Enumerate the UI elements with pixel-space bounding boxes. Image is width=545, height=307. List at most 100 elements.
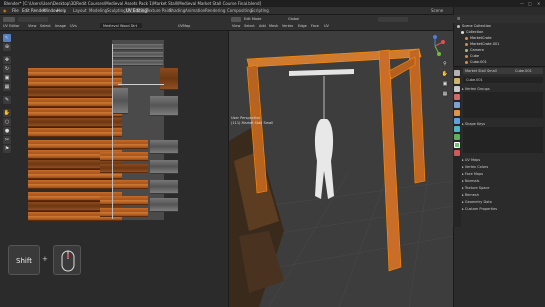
render-tab-icon[interactable] bbox=[454, 78, 460, 84]
uv-island[interactable] bbox=[100, 180, 148, 189]
camera-view-icon[interactable]: ▣ bbox=[441, 80, 449, 88]
uv-menu-image[interactable]: Image bbox=[55, 24, 66, 28]
uv-island[interactable] bbox=[150, 198, 178, 212]
section-vertex-colors[interactable]: ▸ Vertex Colors bbox=[462, 165, 488, 169]
minimize-icon[interactable]: — bbox=[520, 1, 524, 6]
cursor-tool-icon[interactable]: ⊕ bbox=[3, 43, 11, 51]
section-custom-properties[interactable]: ▸ Custom Properties bbox=[462, 207, 497, 211]
vp-menu-mesh[interactable]: Mesh bbox=[269, 24, 278, 28]
annotate-tool-icon[interactable]: ✎ bbox=[3, 96, 11, 104]
tab-scripting[interactable]: Scripting bbox=[250, 8, 270, 13]
section-normals[interactable]: ▸ Normals bbox=[462, 179, 479, 183]
uv-island[interactable] bbox=[113, 60, 163, 66]
scale-tool-icon[interactable]: ▣ bbox=[3, 74, 11, 82]
mesh-data-tab-icon[interactable] bbox=[454, 142, 460, 148]
outliner-item[interactable]: MarketCrate bbox=[465, 36, 492, 41]
transform-tool-icon[interactable]: ▦ bbox=[3, 83, 11, 91]
outliner-item[interactable]: MarketCrate.001 bbox=[465, 42, 499, 47]
uv-island[interactable] bbox=[28, 88, 122, 97]
menu-edit[interactable]: Edit bbox=[22, 8, 30, 13]
editor-type-icon[interactable] bbox=[3, 17, 15, 22]
tool-tab-icon[interactable] bbox=[454, 70, 460, 76]
pan-hand-icon[interactable]: ✋ bbox=[441, 70, 449, 78]
section-uv-maps[interactable]: ▸ UV Maps bbox=[462, 158, 480, 162]
post-right-front[interactable] bbox=[378, 49, 402, 272]
uv-island[interactable] bbox=[100, 152, 148, 161]
uv-island[interactable] bbox=[28, 78, 122, 87]
3d-viewport[interactable] bbox=[228, 31, 453, 307]
object-tab-icon[interactable] bbox=[454, 110, 460, 116]
post-right-back[interactable] bbox=[408, 48, 426, 184]
uv-menu-select[interactable]: Select bbox=[40, 24, 51, 28]
viewport-shading-buttons[interactable] bbox=[378, 17, 408, 22]
vertex-groups-list[interactable] bbox=[463, 92, 543, 118]
physics-tab-icon[interactable] bbox=[454, 134, 460, 140]
uv-island[interactable] bbox=[28, 128, 122, 137]
maximize-icon[interactable]: □ bbox=[528, 1, 532, 6]
uv-island[interactable] bbox=[100, 208, 148, 217]
zoom-icon[interactable]: ⚲ bbox=[441, 60, 449, 68]
uv-island[interactable] bbox=[100, 164, 148, 173]
close-icon[interactable]: ✕ bbox=[537, 1, 540, 6]
material-tab-icon[interactable] bbox=[454, 150, 460, 156]
vp-menu-add[interactable]: Add bbox=[259, 24, 266, 28]
transform-orientation[interactable]: Global bbox=[288, 17, 299, 21]
vp-menu-face[interactable]: Face bbox=[311, 24, 319, 28]
tab-rendering[interactable]: Rendering bbox=[204, 8, 226, 13]
section-geometry-data[interactable]: ▸ Geometry Data bbox=[462, 200, 492, 204]
uv-island[interactable] bbox=[28, 108, 122, 117]
outliner-item[interactable]: Cube.001 bbox=[465, 60, 487, 65]
section-remesh[interactable]: ▸ Remesh bbox=[462, 193, 479, 197]
uvmap-selector[interactable]: UVMap bbox=[178, 24, 190, 28]
rotate-tool-icon[interactable]: ↻ bbox=[3, 65, 11, 73]
tab-layout[interactable]: Layout bbox=[72, 8, 88, 13]
blender-logo-icon[interactable]: ◉ bbox=[3, 8, 7, 13]
menu-help[interactable]: Help bbox=[57, 8, 66, 13]
mesh-data-field[interactable]: Cube.001 bbox=[463, 77, 543, 83]
section-texture-space[interactable]: ▸ Texture Space bbox=[462, 186, 489, 190]
output-tab-icon[interactable] bbox=[454, 86, 460, 92]
menu-file[interactable]: File bbox=[12, 8, 19, 13]
section-face-maps[interactable]: ▸ Face Maps bbox=[462, 172, 483, 176]
scene-tab-icon[interactable] bbox=[454, 94, 460, 100]
pin-tool-icon[interactable]: ⚑ bbox=[3, 145, 11, 153]
perspective-grid-icon[interactable]: ▦ bbox=[441, 90, 449, 98]
uv-island[interactable] bbox=[113, 52, 163, 58]
outliner-item[interactable]: Camera bbox=[465, 48, 484, 53]
vp-menu-uv[interactable]: UV bbox=[324, 24, 329, 28]
select-tool-icon[interactable]: ↖ bbox=[3, 34, 11, 42]
mode-dropdown[interactable]: Edit Mode bbox=[244, 17, 261, 21]
hanging-animal-carcass[interactable] bbox=[314, 119, 334, 199]
uv-island[interactable] bbox=[150, 96, 178, 116]
section-vertex-groups[interactable]: ▸ Vertex Groups bbox=[462, 87, 490, 91]
vp-menu-view[interactable]: View bbox=[232, 24, 240, 28]
shape-keys-list[interactable] bbox=[463, 127, 543, 153]
outliner-item[interactable]: Cube bbox=[465, 54, 479, 59]
rip-tool-icon[interactable]: ✂ bbox=[3, 136, 11, 144]
uv-menu-uvs[interactable]: UVs bbox=[70, 24, 77, 28]
viewport-editor-type-icon[interactable] bbox=[231, 17, 241, 22]
relax-tool-icon[interactable]: ○ bbox=[3, 118, 11, 126]
navigation-gizmo[interactable] bbox=[423, 34, 447, 58]
vp-menu-select[interactable]: Select bbox=[244, 24, 255, 28]
pinch-tool-icon[interactable]: ● bbox=[3, 127, 11, 135]
outliner-filter-icon[interactable]: ☰ bbox=[457, 17, 460, 21]
outliner-item[interactable]: Collection bbox=[461, 30, 483, 35]
hanging-rail[interactable] bbox=[289, 69, 354, 76]
uv-island[interactable] bbox=[113, 44, 163, 50]
uv-menu-view[interactable]: View bbox=[28, 24, 36, 28]
uv-island[interactable] bbox=[150, 160, 178, 174]
uv-island[interactable] bbox=[28, 68, 122, 77]
tab-sculpting[interactable]: Sculpting bbox=[106, 8, 127, 13]
particles-tab-icon[interactable] bbox=[454, 126, 460, 132]
uv-island[interactable] bbox=[100, 196, 148, 205]
grab-tool-icon[interactable]: ✋ bbox=[3, 109, 11, 117]
top-beam[interactable] bbox=[246, 48, 422, 68]
uv-mode-dropdown[interactable]: UV Editor bbox=[3, 24, 19, 28]
uv-island[interactable] bbox=[28, 118, 122, 127]
uv-island[interactable] bbox=[150, 180, 178, 194]
move-tool-icon[interactable]: ✥ bbox=[3, 56, 11, 64]
modifier-tab-icon[interactable] bbox=[454, 118, 460, 124]
uv-island[interactable] bbox=[150, 140, 178, 154]
world-tab-icon[interactable] bbox=[454, 102, 460, 108]
